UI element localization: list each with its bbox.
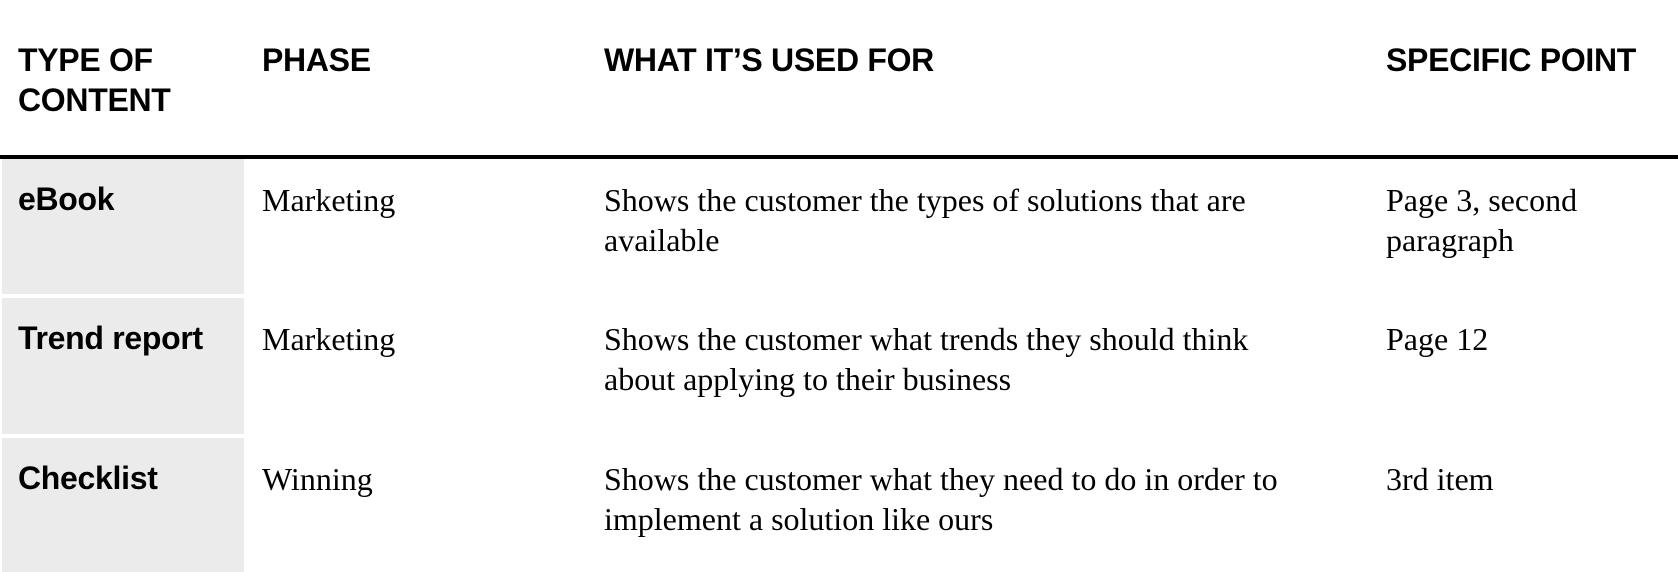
table-row: Checklist Winning Shows the customer wha… bbox=[0, 438, 1678, 572]
type-cell: Trend report bbox=[2, 298, 244, 434]
type-label: Checklist bbox=[18, 460, 158, 496]
type-label: Trend report bbox=[18, 320, 203, 356]
table-header: TYPE OF CONTENT PHASE WHAT IT’S USED FOR… bbox=[0, 0, 1678, 155]
table-row: eBook Marketing Shows the customer the t… bbox=[0, 159, 1678, 294]
phase-cell: Winning bbox=[262, 461, 373, 497]
type-cell: Checklist bbox=[2, 438, 244, 572]
type-label: eBook bbox=[18, 181, 115, 217]
phase-cell: Marketing bbox=[262, 321, 396, 357]
specific-point-cell: Page 3, second paragraph bbox=[1386, 182, 1578, 258]
specific-point-cell: 3rd item bbox=[1386, 461, 1494, 497]
header-type-of-content: TYPE OF CONTENT bbox=[18, 42, 171, 118]
header-used-for: WHAT IT’S USED FOR bbox=[604, 42, 934, 78]
header-specific-point: SPECIFIC POINT bbox=[1386, 42, 1637, 78]
used-for-cell: Shows the customer what they need to do … bbox=[604, 461, 1278, 537]
header-phase: PHASE bbox=[262, 42, 371, 78]
used-for-cell: Shows the customer the types of solution… bbox=[604, 182, 1246, 258]
table-row: Trend report Marketing Shows the custome… bbox=[0, 298, 1678, 434]
used-for-cell: Shows the customer what trends they shou… bbox=[604, 321, 1249, 397]
phase-cell: Marketing bbox=[262, 182, 396, 218]
type-cell: eBook bbox=[2, 159, 244, 294]
specific-point-cell: Page 12 bbox=[1386, 321, 1489, 357]
